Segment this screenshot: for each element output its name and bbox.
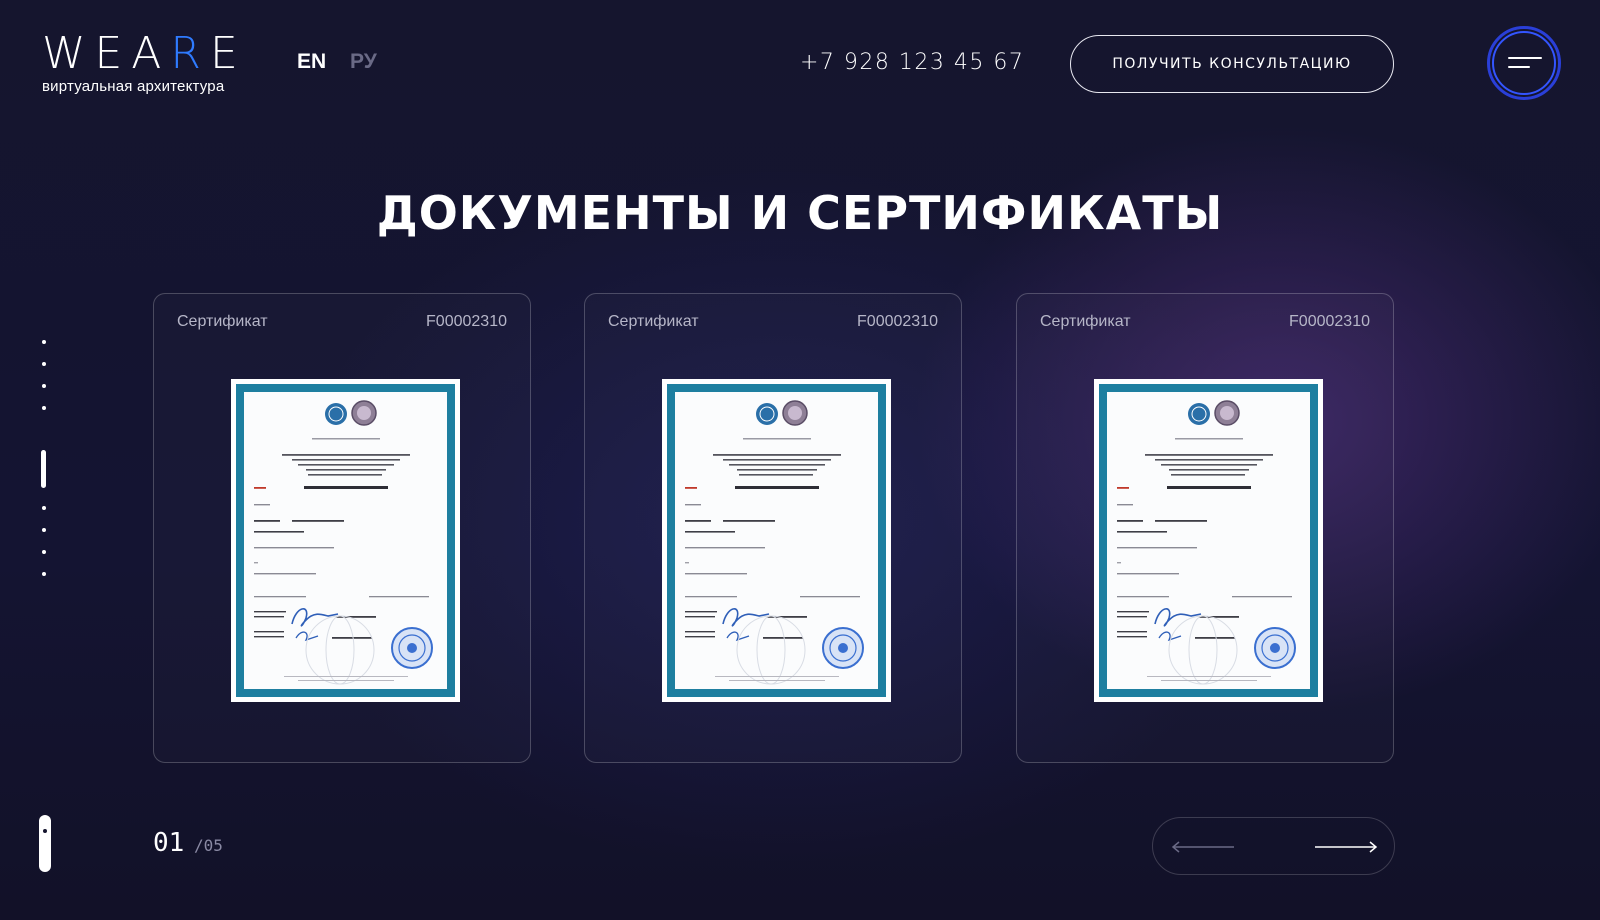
lang-switch-en[interactable]: EN xyxy=(297,50,326,74)
side-nav-dot[interactable] xyxy=(42,572,46,576)
certificate-document xyxy=(244,392,447,689)
side-nav-dot[interactable] xyxy=(42,362,46,366)
logo[interactable]: WEARE виртуальная архитектура xyxy=(42,28,262,96)
certificate-document xyxy=(1107,392,1310,689)
certificate-logo-seal xyxy=(1188,403,1210,425)
certificate-image xyxy=(231,379,460,702)
menu-button[interactable] xyxy=(1487,26,1561,100)
side-nav-dot[interactable] xyxy=(42,340,46,344)
consultation-button-label: ПОЛУЧИТЬ КОНСУЛЬТАЦИЮ xyxy=(1112,56,1352,72)
slide-counter: 01 /05 xyxy=(153,828,223,858)
signature-2 xyxy=(726,631,750,642)
card-type: Сертификат xyxy=(608,313,699,330)
side-nav-dot[interactable] xyxy=(42,550,46,554)
signature-2 xyxy=(1158,631,1182,642)
arrow-left-icon[interactable] xyxy=(1170,838,1236,856)
slide-counter-total: /05 xyxy=(193,836,223,855)
logo-accent-letter: R xyxy=(170,28,210,79)
hamburger-menu-icon xyxy=(1508,57,1542,59)
card-number: F00002310 xyxy=(857,313,938,330)
certificate-image xyxy=(662,379,891,702)
scroll-indicator[interactable] xyxy=(39,815,51,872)
side-nav-dot[interactable] xyxy=(42,384,46,388)
phone-number[interactable]: +7 928 123 45 67 xyxy=(800,50,1024,75)
logo-wordmark: WEARE xyxy=(42,28,247,79)
certificate-logo-seal xyxy=(325,403,347,425)
card-type: Сертификат xyxy=(1040,313,1131,330)
side-nav-dot[interactable] xyxy=(42,528,46,532)
lang-switch-ru[interactable]: РУ xyxy=(350,50,377,74)
hamburger-menu-icon-line xyxy=(1508,66,1530,68)
card-type: Сертификат xyxy=(177,313,268,330)
consultation-button[interactable]: ПОЛУЧИТЬ КОНСУЛЬТАЦИЮ xyxy=(1070,35,1394,93)
card-number: F00002310 xyxy=(1289,313,1370,330)
slide-counter-current: 01 xyxy=(153,828,185,858)
watermark xyxy=(1168,615,1238,685)
slider-navigation xyxy=(1152,817,1395,875)
logo-tagline: виртуальная архитектура xyxy=(42,78,225,95)
card-number: F00002310 xyxy=(426,313,507,330)
arrow-right-icon[interactable] xyxy=(1313,838,1379,856)
watermark xyxy=(305,615,375,685)
certificate-card[interactable]: Сертификат F00002310 xyxy=(153,293,531,763)
menu-ring-inner xyxy=(1492,31,1556,95)
certificate-image xyxy=(1094,379,1323,702)
side-nav-dot[interactable] xyxy=(42,406,46,410)
certificate-card[interactable]: Сертификат F00002310 xyxy=(1016,293,1394,763)
page-title: ДОКУМЕНТЫ И СЕРТИФИКАТЫ xyxy=(376,186,1224,240)
watermark xyxy=(736,615,806,685)
scroll-indicator-knob xyxy=(43,829,47,833)
certificate-logo-seal xyxy=(756,403,778,425)
signature-2 xyxy=(295,631,319,642)
certificate-document xyxy=(675,392,878,689)
certificate-card[interactable]: Сертификат F00002310 xyxy=(584,293,962,763)
side-nav-dot-active[interactable] xyxy=(41,450,46,488)
side-nav-dot[interactable] xyxy=(42,506,46,510)
